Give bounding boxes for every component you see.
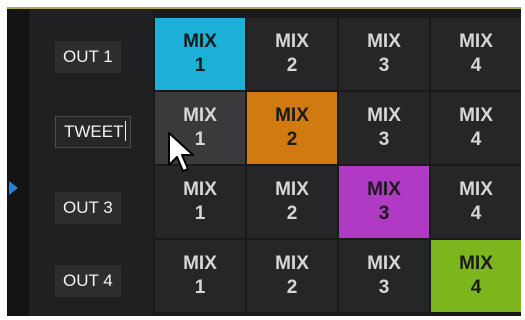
mix-cell-title: MIX [459, 31, 493, 52]
mix-cell-r1-c3[interactable]: MIX 3 [339, 18, 429, 90]
mix-cell-number: 4 [470, 129, 482, 150]
mix-cell-r3-c4[interactable]: MIX 4 [431, 166, 521, 238]
mix-cell-title: MIX [275, 179, 309, 200]
mix-cell-number: 1 [194, 129, 206, 150]
mix-cell-number: 3 [378, 55, 390, 76]
row-label-out-3[interactable]: OUT 3 [55, 192, 121, 224]
mix-cell-r3-c2[interactable]: MIX 2 [247, 166, 337, 238]
mix-cell-number: 2 [286, 129, 298, 150]
left-strip [7, 9, 29, 316]
mix-cell-title: MIX [367, 253, 401, 274]
mix-cell-r2-c4[interactable]: MIX 4 [431, 92, 521, 164]
mix-cell-title: MIX [459, 253, 493, 274]
mix-cell-title: MIX [183, 105, 217, 126]
mix-cell-number: 1 [194, 277, 206, 298]
mix-cell-r2-c1[interactable]: MIX 1 [155, 92, 245, 164]
mix-cell-title: MIX [183, 179, 217, 200]
mix-cell-number: 2 [286, 203, 298, 224]
mix-cell-number: 3 [378, 129, 390, 150]
mix-cell-number: 4 [470, 277, 482, 298]
row-label-tweet-text: TWEET [64, 122, 124, 141]
mix-cell-number: 4 [470, 55, 482, 76]
mix-cell-r2-c2[interactable]: MIX 2 [247, 92, 337, 164]
mix-cell-title: MIX [367, 179, 401, 200]
mix-cell-number: 1 [194, 55, 206, 76]
mix-cell-title: MIX [183, 253, 217, 274]
mix-cell-title: MIX [275, 105, 309, 126]
mix-cell-number: 3 [378, 277, 390, 298]
mix-cell-title: MIX [183, 31, 217, 52]
mix-cell-number: 4 [470, 203, 482, 224]
mix-cell-title: MIX [367, 31, 401, 52]
mix-cell-r1-c2[interactable]: MIX 2 [247, 18, 337, 90]
triangle-right-icon[interactable] [9, 181, 18, 195]
mix-cell-r3-c1[interactable]: MIX 1 [155, 166, 245, 238]
row-label-out-1[interactable]: OUT 1 [55, 41, 121, 73]
mix-cell-title: MIX [459, 179, 493, 200]
text-caret [124, 121, 126, 141]
row-label-out-4[interactable]: OUT 4 [55, 265, 121, 297]
mix-cell-title: MIX [275, 253, 309, 274]
router-window: OUT 1 TWEET OUT 3 OUT 4 MIX 1 MIX 2 MIX 3 M… [0, 0, 525, 320]
mix-cell-title: MIX [367, 105, 401, 126]
mix-cell-title: MIX [275, 31, 309, 52]
mix-cell-r4-c3[interactable]: MIX 3 [339, 240, 429, 312]
mix-cell-number: 2 [286, 55, 298, 76]
row-label-tweet-input[interactable]: TWEET [55, 116, 131, 148]
mix-cell-r2-c3[interactable]: MIX 3 [339, 92, 429, 164]
mix-cell-number: 3 [378, 203, 390, 224]
mix-cell-title: MIX [459, 105, 493, 126]
mix-grid: MIX 1 MIX 2 MIX 3 MIX 4 MIX 1 MIX 2 MIX 3 MIX 4 … [155, 18, 521, 312]
mix-cell-number: 1 [194, 203, 206, 224]
mix-cell-r1-c1[interactable]: MIX 1 [155, 18, 245, 90]
mix-cell-number: 2 [286, 277, 298, 298]
mix-cell-r4-c1[interactable]: MIX 1 [155, 240, 245, 312]
output-mix-panel: OUT 1 TWEET OUT 3 OUT 4 MIX 1 MIX 2 MIX 3 M… [7, 7, 521, 316]
mix-cell-r1-c4[interactable]: MIX 4 [431, 18, 521, 90]
mix-cell-r4-c2[interactable]: MIX 2 [247, 240, 337, 312]
mix-cell-r4-c4[interactable]: MIX 4 [431, 240, 521, 312]
mix-cell-r3-c3[interactable]: MIX 3 [339, 166, 429, 238]
